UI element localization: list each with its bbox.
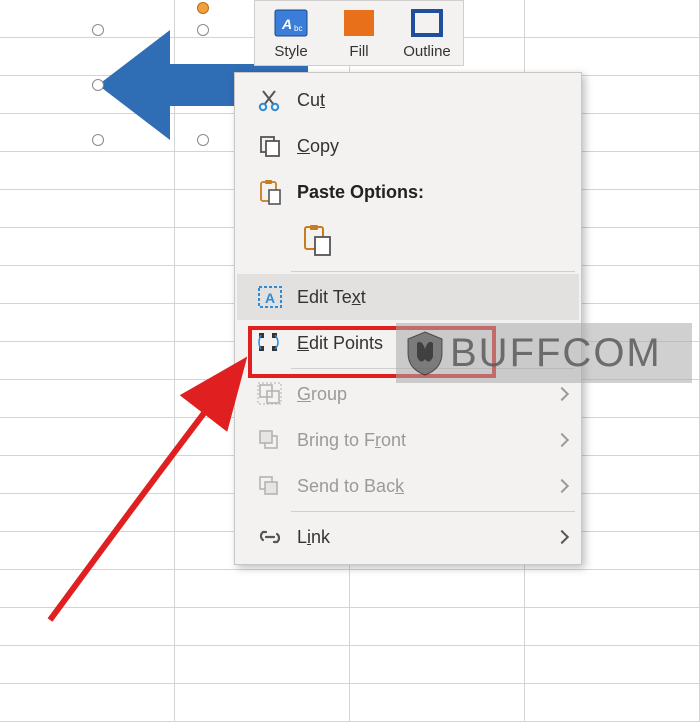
watermark: BUFFCOM (396, 323, 692, 383)
menu-item-cut[interactable]: Cut (237, 77, 579, 123)
menu-item-send-to-back: Send to Back (237, 463, 579, 509)
edit-points-icon (249, 331, 291, 355)
menu-label: Link (291, 527, 557, 548)
menu-label: Group (291, 384, 557, 405)
group-icon (249, 382, 291, 406)
watermark-text: BUFFCOM (450, 331, 662, 376)
style-label: Style (274, 43, 307, 60)
outline-button[interactable]: Outline (393, 3, 461, 61)
menu-label: Edit Text (291, 287, 573, 308)
outline-icon (409, 5, 445, 41)
cut-icon (249, 88, 291, 112)
selection-handle[interactable] (92, 134, 104, 146)
menu-item-copy[interactable]: Copy (237, 123, 579, 169)
menu-label: Bring to Front (291, 430, 557, 451)
style-button[interactable]: A bc Style (257, 3, 325, 61)
bring-to-front-icon (249, 428, 291, 452)
selection-handle[interactable] (197, 24, 209, 36)
menu-item-bring-to-front: Bring to Front (237, 417, 579, 463)
context-menu: Cut Copy Paste Options: A Edit Text Edit… (234, 72, 582, 565)
fill-button[interactable]: Fill (325, 3, 393, 61)
chevron-right-icon (555, 387, 569, 401)
menu-separator (291, 271, 575, 272)
menu-item-edit-text[interactable]: A Edit Text (237, 274, 579, 320)
menu-item-paste-option[interactable] (237, 215, 579, 269)
style-icon: A bc (273, 5, 309, 41)
chevron-right-icon (555, 433, 569, 447)
menu-label: Cut (291, 90, 573, 111)
rotate-handle[interactable] (197, 2, 209, 14)
menu-separator (291, 511, 575, 512)
send-to-back-icon (249, 474, 291, 498)
paste-option-icon (301, 223, 333, 262)
mini-toolbar: A bc Style Fill Outline (254, 0, 464, 66)
copy-icon (249, 134, 291, 158)
menu-label: Paste Options: (291, 182, 573, 203)
svg-text:A: A (281, 16, 292, 32)
menu-item-link[interactable]: Link (237, 514, 579, 560)
fill-icon (341, 5, 377, 41)
watermark-logo-icon (402, 329, 448, 377)
selection-handle[interactable] (197, 134, 209, 146)
chevron-right-icon (555, 530, 569, 544)
menu-header-paste-options: Paste Options: (237, 169, 579, 215)
paste-icon (249, 179, 291, 205)
menu-label: Copy (291, 136, 573, 157)
svg-text:A: A (265, 290, 275, 306)
link-icon (249, 525, 291, 549)
fill-label: Fill (349, 43, 368, 60)
selection-handle[interactable] (92, 24, 104, 36)
menu-label: Send to Back (291, 476, 557, 497)
edit-text-icon: A (249, 285, 291, 309)
outline-label: Outline (403, 43, 451, 60)
selection-handle[interactable] (92, 79, 104, 91)
chevron-right-icon (555, 479, 569, 493)
svg-text:bc: bc (294, 24, 302, 33)
